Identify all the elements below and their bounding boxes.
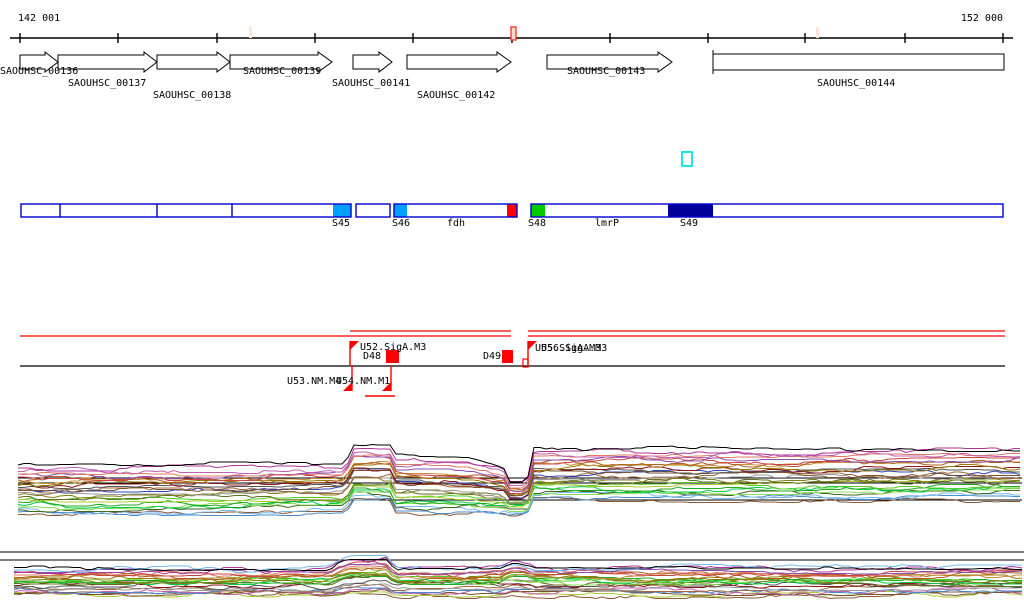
segment-box-0[interactable]: [20, 203, 352, 218]
segment-label-S48: S48: [528, 218, 547, 229]
segment-fill-3-0[interactable]: [531, 204, 545, 217]
feature-label: D48: [363, 351, 382, 362]
ruler-cursor-marker[interactable]: [510, 26, 517, 41]
segment-fill-0-0[interactable]: [333, 204, 351, 217]
gene-label: SAOUHSC_00144: [817, 78, 896, 89]
feature-label: U53.NM.M4: [287, 376, 342, 387]
gene-arrow-SAOUHSC_00142[interactable]: [406, 51, 512, 73]
segment-label-S46: S46: [392, 218, 411, 229]
feature-label: U54.NM.M1: [336, 376, 391, 387]
gene-label: SAOUHSC_00141: [332, 78, 411, 89]
gene-label: SAOUHSC_00138: [153, 90, 232, 101]
segment-label-lmrP: lmrP: [595, 218, 620, 229]
up-flag-icon-0[interactable]: [350, 341, 359, 350]
segment-box-3[interactable]: [530, 203, 1004, 218]
segment-fill-2-0[interactable]: [394, 204, 407, 217]
gene-arrow-SAOUHSC_00138[interactable]: [156, 50, 231, 74]
ruler-faint-mark-1: [816, 27, 819, 38]
genome-browser-view: 142 001 152 000 SAOUHSC_00136 SAOUHSC_001…: [0, 0, 1024, 611]
segment-label-S45: S45: [332, 218, 351, 229]
segment-fill-3-1[interactable]: [668, 204, 713, 217]
gene-box-SAOUHSC_00144[interactable]: [712, 53, 1005, 71]
feature-label: U56.SigA.M3: [541, 343, 608, 354]
gene-label: SAOUHSC_00143: [567, 66, 646, 77]
gene-label: SAOUHSC_00139: [243, 66, 322, 77]
selection-highlight-box[interactable]: [681, 151, 693, 167]
gene-arrow-SAOUHSC_00141[interactable]: [352, 50, 393, 74]
ruler-faint-mark-0: [249, 27, 252, 38]
segment-label-fdh: fdh: [447, 218, 466, 229]
feature-square-1[interactable]: [502, 350, 513, 363]
gene-label: SAOUHSC_00137: [68, 78, 147, 89]
feature-label: D49: [483, 351, 502, 362]
segment-label-S49: S49: [680, 218, 699, 229]
segment-box-2[interactable]: [393, 203, 518, 218]
segment-fill-2-1[interactable]: [507, 204, 517, 217]
gene-label: SAOUHSC_00136: [0, 66, 79, 77]
segment-box-1[interactable]: [355, 203, 391, 218]
gene-label: SAOUHSC_00142: [417, 90, 496, 101]
